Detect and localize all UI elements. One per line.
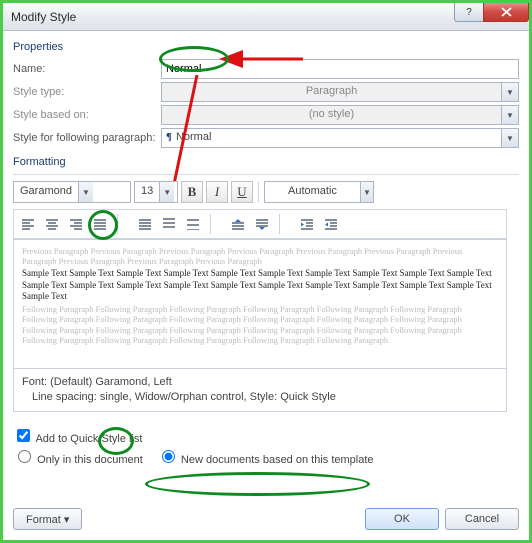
name-field[interactable] [161, 59, 519, 79]
increase-indent-button[interactable] [320, 213, 342, 235]
ok-button[interactable]: OK [365, 508, 439, 530]
line-spacing-2-button[interactable] [182, 213, 204, 235]
format-button[interactable]: Format ▾ [13, 508, 82, 530]
chevron-down-icon[interactable] [78, 182, 93, 202]
space-before-dec-button[interactable] [251, 213, 273, 235]
only-in-document-radio[interactable]: Only in this document [13, 447, 143, 466]
style-summary: Font: (Default) Garamond, Left Line spac… [13, 369, 507, 412]
align-right-button[interactable] [65, 213, 87, 235]
title-bar: Modify Style ? [3, 3, 529, 31]
style-following-label: Style for following paragraph: [13, 132, 161, 144]
font-color-combo[interactable]: Automatic [264, 181, 374, 203]
preview-pane: Previous Paragraph Previous Paragraph Pr… [13, 239, 507, 369]
style-following-combo[interactable]: ¶Normal [161, 128, 519, 148]
bold-button[interactable]: B [181, 181, 203, 203]
line-spacing-15-button[interactable] [158, 213, 180, 235]
properties-heading: Properties [13, 41, 519, 53]
pilcrow-icon: ¶ [166, 131, 172, 143]
chevron-down-icon [501, 83, 518, 101]
style-based-on-combo: (no style) [161, 105, 519, 125]
name-label: Name: [13, 63, 161, 75]
chevron-down-icon [501, 106, 518, 124]
paragraph-toolbar [13, 209, 507, 239]
chevron-down-icon[interactable] [360, 182, 373, 202]
modify-style-dialog: Modify Style ? Properties Name: Style ty… [0, 0, 532, 543]
annotation-circle [145, 472, 370, 496]
space-before-inc-button[interactable] [227, 213, 249, 235]
formatting-heading: Formatting [13, 156, 519, 168]
font-size-combo[interactable]: 13 [134, 181, 178, 203]
new-documents-radio[interactable]: New documents based on this template [157, 447, 374, 466]
line-spacing-1-button[interactable] [134, 213, 156, 235]
style-based-on-label: Style based on: [13, 109, 161, 121]
align-left-button[interactable] [17, 213, 39, 235]
align-center-button[interactable] [41, 213, 63, 235]
cancel-button[interactable]: Cancel [445, 508, 519, 530]
add-quick-style-checkbox[interactable]: Add to Quick Style list [13, 426, 142, 445]
help-button[interactable]: ? [454, 3, 484, 22]
font-name-combo[interactable]: Garamond [13, 181, 131, 203]
chevron-down-icon[interactable] [501, 129, 518, 147]
window-title: Modify Style [11, 10, 455, 24]
align-justify-button[interactable] [89, 213, 111, 235]
decrease-indent-button[interactable] [296, 213, 318, 235]
italic-button[interactable]: I [206, 181, 228, 203]
style-type-combo: Paragraph [161, 82, 519, 102]
close-button[interactable] [483, 3, 529, 22]
underline-button[interactable]: U [231, 181, 253, 203]
style-type-label: Style type: [13, 86, 161, 98]
chevron-down-icon[interactable] [159, 182, 174, 202]
